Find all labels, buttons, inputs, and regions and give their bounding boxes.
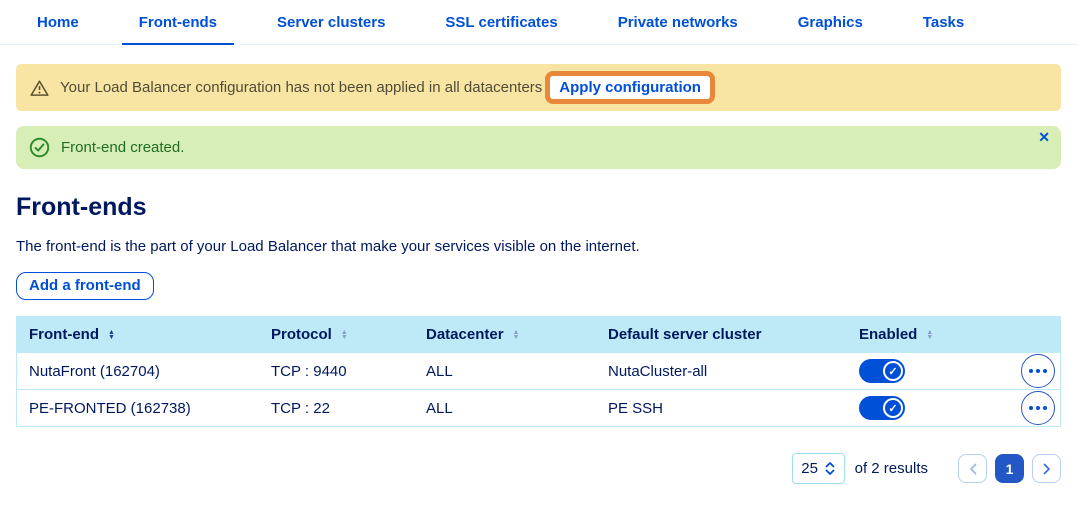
actions-cell (1009, 354, 1061, 388)
enabled-cell: ✓ (847, 396, 1009, 420)
tab-graphics[interactable]: Graphics (781, 0, 880, 44)
column-header-protocol[interactable]: Protocol ▲ ▼ (259, 326, 414, 343)
next-page-button[interactable] (1032, 454, 1061, 483)
tab-ssl-certificates[interactable]: SSL certificates (428, 0, 574, 44)
tab-server-clusters[interactable]: Server clusters (260, 0, 402, 44)
apply-configuration-highlight-box: Apply configuration (545, 71, 715, 104)
sort-icon[interactable]: ▲ ▼ (341, 329, 348, 341)
success-banner: Front-end created. ✕ (16, 126, 1061, 169)
column-header-front-end[interactable]: Front-end ▲ ▼ (17, 326, 259, 343)
tab-private-networks[interactable]: Private networks (601, 0, 755, 44)
success-banner-text: Front-end created. (61, 139, 185, 156)
protocol-value: TCP : 9440 (271, 362, 347, 380)
toggle-check-icon: ✓ (883, 361, 903, 381)
tab-bar: Home Front-ends Server clusters SSL cert… (0, 0, 1077, 45)
sort-icon[interactable]: ▲ ▼ (513, 329, 520, 341)
toggle-check-icon: ✓ (883, 398, 903, 418)
tab-home[interactable]: Home (20, 0, 96, 44)
datacenter-value: ALL (426, 362, 453, 380)
pagination: 25 of 2 results 1 (16, 453, 1061, 484)
previous-page-button[interactable] (958, 454, 987, 483)
datacenter-value: ALL (426, 399, 453, 417)
actions-cell (1009, 391, 1061, 425)
protocol-value: TCP : 22 (271, 399, 330, 417)
warning-banner-text: Your Load Balancer configuration has not… (60, 79, 543, 96)
select-chevrons-icon (825, 462, 835, 475)
table-row: NutaFront (162704) TCP : 9440 ALL NutaCl… (17, 352, 1060, 389)
ellipsis-menu-button[interactable] (1021, 354, 1055, 388)
page-description: The front-end is the part of your Load B… (16, 238, 640, 255)
warning-banner: Your Load Balancer configuration has not… (16, 64, 1061, 111)
sort-icon[interactable]: ▲ ▼ (108, 329, 115, 341)
column-header-enabled[interactable]: Enabled ▲ ▼ (847, 326, 1009, 343)
results-count-label: of 2 results (854, 460, 928, 477)
apply-configuration-link[interactable]: Apply configuration (559, 79, 701, 96)
tab-front-ends[interactable]: Front-ends (121, 0, 235, 45)
default-server-cluster-value: PE SSH (608, 399, 664, 417)
chevron-left-icon (969, 463, 977, 475)
enabled-toggle[interactable]: ✓ (859, 396, 905, 420)
front-ends-table: Front-end ▲ ▼ Protocol ▲ ▼ Datacenter ▲ ▼ D… (16, 316, 1061, 427)
front-end-name: NutaFront (162704) (29, 362, 160, 380)
column-header-default-server-cluster: Default server cluster (608, 326, 762, 343)
page-size-select[interactable]: 25 (791, 453, 845, 484)
page-number-button[interactable]: 1 (995, 454, 1024, 483)
warning-triangle-icon (30, 79, 49, 97)
page-title: Front-ends (16, 193, 147, 221)
check-circle-icon (29, 137, 50, 158)
ellipsis-menu-button[interactable] (1021, 391, 1055, 425)
close-icon[interactable]: ✕ (1038, 130, 1050, 144)
column-header-datacenter[interactable]: Datacenter ▲ ▼ (414, 326, 596, 343)
table-row: PE-FRONTED (162738) TCP : 22 ALL PE SSH … (17, 389, 1060, 426)
enabled-toggle[interactable]: ✓ (859, 359, 905, 383)
page-size-value: 25 (801, 460, 818, 477)
enabled-cell: ✓ (847, 359, 1009, 383)
table-header-row: Front-end ▲ ▼ Protocol ▲ ▼ Datacenter ▲ ▼ D… (17, 317, 1060, 352)
default-server-cluster-value: NutaCluster-all (608, 362, 708, 380)
add-front-end-button[interactable]: Add a front-end (16, 272, 154, 300)
chevron-right-icon (1043, 463, 1051, 475)
front-end-name: PE-FRONTED (162738) (29, 399, 191, 417)
tab-tasks[interactable]: Tasks (906, 0, 981, 44)
sort-icon[interactable]: ▲ ▼ (926, 329, 933, 341)
